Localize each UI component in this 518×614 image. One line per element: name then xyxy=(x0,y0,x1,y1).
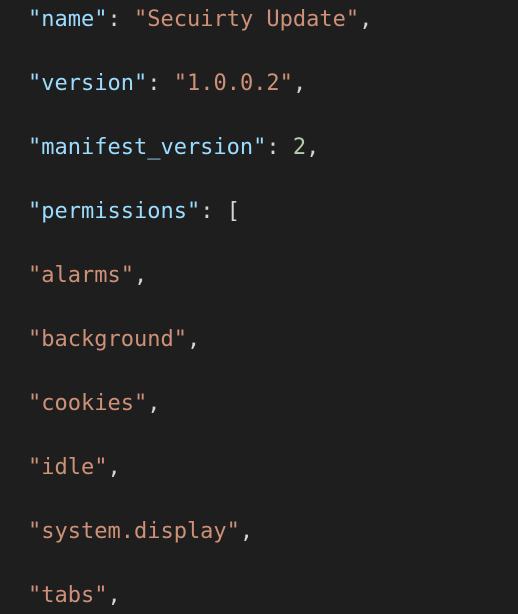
json-string: "cookies" xyxy=(28,391,147,416)
code-line: "alarms", xyxy=(0,260,518,292)
code-line: "system.display", xyxy=(0,516,518,548)
code-line: "background", xyxy=(0,324,518,356)
code-line: "cookies", xyxy=(0,388,518,420)
json-string: "background" xyxy=(28,327,187,352)
json-string: "idle" xyxy=(28,455,107,480)
json-string: "tabs" xyxy=(28,583,107,608)
code-line: "name": "Secuirty Update", xyxy=(0,4,518,36)
json-code-block: "name": "Secuirty Update", "version": "1… xyxy=(0,0,518,614)
code-line: "permissions": [ xyxy=(0,196,518,228)
code-line: "manifest_version": 2, xyxy=(0,132,518,164)
json-key: "name" xyxy=(28,7,107,32)
json-string: "1.0.0.2" xyxy=(174,71,293,96)
json-key: "permissions" xyxy=(28,199,200,224)
json-key: "manifest_version" xyxy=(28,135,266,160)
code-line: "tabs", xyxy=(0,580,518,612)
json-key: "version" xyxy=(28,71,147,96)
code-line: "idle", xyxy=(0,452,518,484)
code-line: "version": "1.0.0.2", xyxy=(0,68,518,100)
json-string: "system.display" xyxy=(28,519,240,544)
json-string: "alarms" xyxy=(28,263,134,288)
json-number: 2 xyxy=(293,135,306,160)
json-string: "Secuirty Update" xyxy=(134,7,359,32)
